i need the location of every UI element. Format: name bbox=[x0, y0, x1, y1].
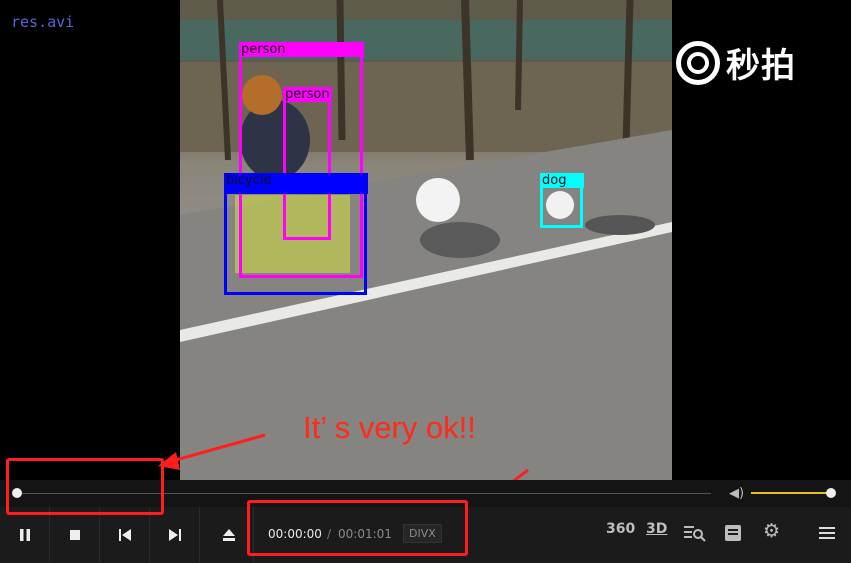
next-icon bbox=[168, 529, 181, 541]
volume-icon[interactable]: ◀) bbox=[729, 486, 744, 501]
previous-icon bbox=[118, 529, 131, 541]
previous-button[interactable] bbox=[100, 507, 150, 563]
next-button[interactable] bbox=[150, 507, 200, 563]
pause-button[interactable] bbox=[0, 507, 50, 563]
annotation-box-time bbox=[247, 500, 468, 556]
360-icon[interactable]: 360 bbox=[606, 521, 635, 537]
search-list-icon[interactable] bbox=[684, 524, 706, 542]
volume-slider[interactable] bbox=[751, 492, 831, 494]
eject-icon bbox=[222, 529, 235, 541]
stop-button[interactable] bbox=[50, 507, 100, 563]
playlist-icon[interactable] bbox=[725, 525, 741, 541]
gear-icon[interactable]: ⚙ bbox=[763, 520, 780, 542]
pause-icon bbox=[19, 529, 30, 541]
volume-handle[interactable] bbox=[826, 488, 836, 498]
3d-icon[interactable]: 3D bbox=[646, 521, 667, 537]
menu-icon[interactable] bbox=[819, 527, 835, 540]
annotation-box-seek bbox=[6, 458, 164, 515]
stop-icon bbox=[69, 530, 80, 540]
